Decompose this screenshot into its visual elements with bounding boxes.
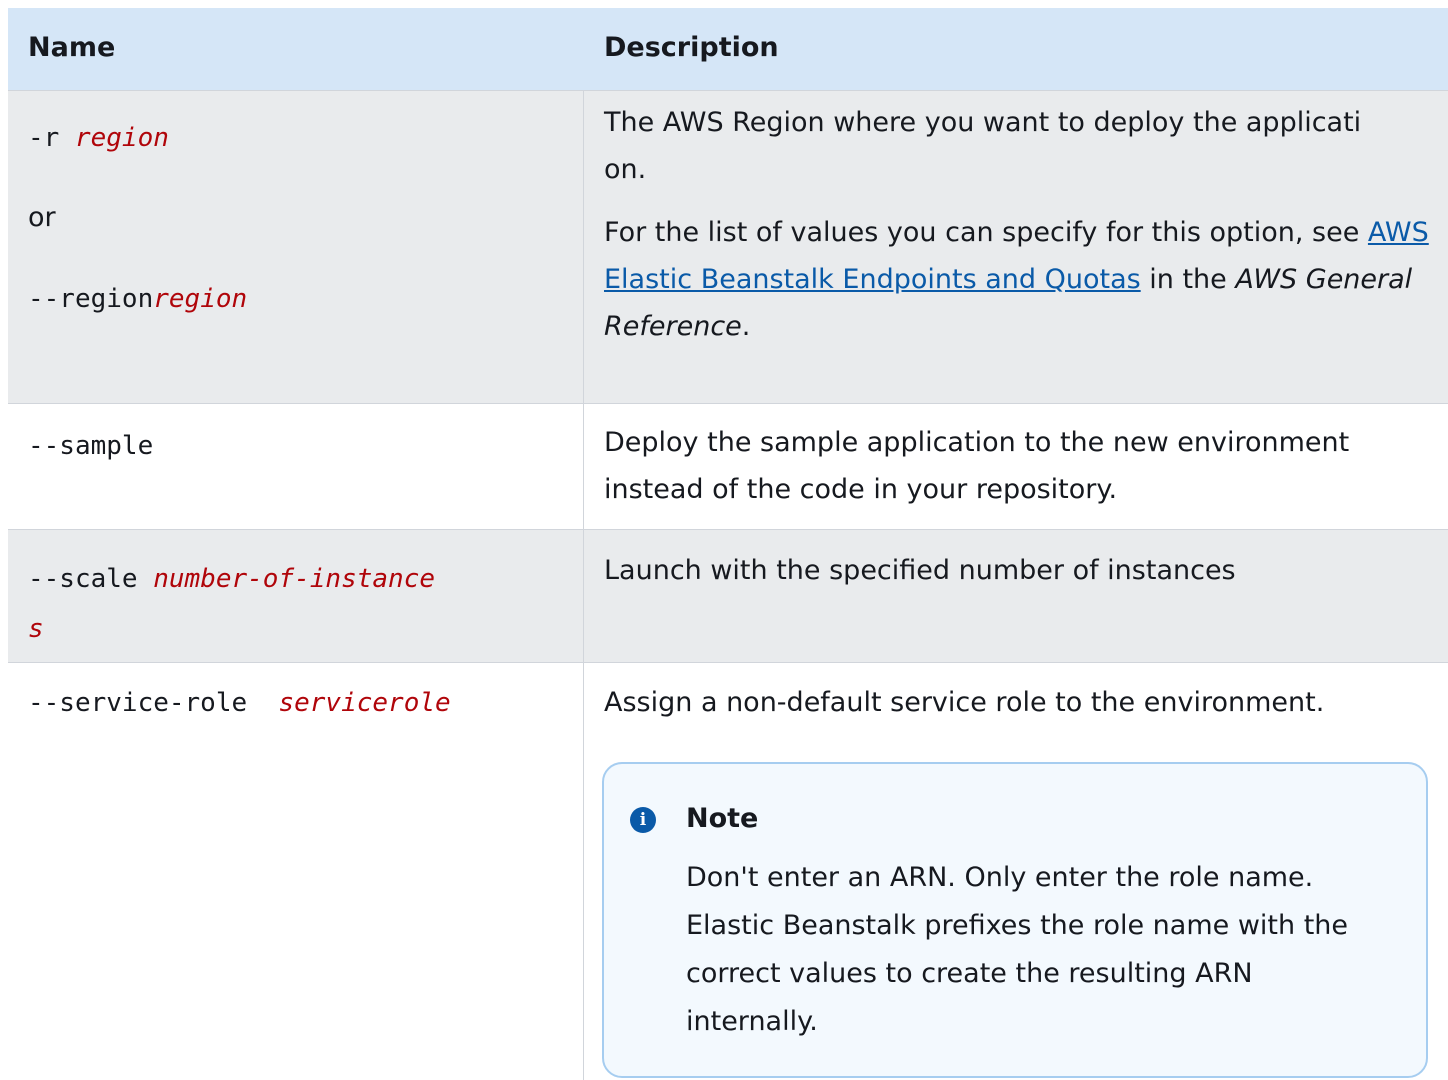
option-description-sample: Deploy the sample application to the new…	[604, 427, 1350, 505]
region-description-reference: For the list of values you can specify f…	[604, 217, 1429, 342]
column-header-description: Description	[604, 32, 779, 63]
table-row: --scale number-of-instance s Launch with…	[8, 529, 1448, 662]
scale-param-wrap: s	[28, 614, 44, 644]
region-short-flag: -r region	[28, 123, 169, 153]
table-row: --service-role servicerole Assign a non-…	[8, 662, 1448, 1080]
option-name-sample: --sample	[28, 431, 154, 461]
table-header-row: Name Description	[8, 8, 1448, 90]
scale-param: number-of-instance	[153, 564, 435, 594]
note-body: Don't enter an ARN. Only enter the role …	[686, 862, 1349, 1037]
region-long-flag: --regionregion	[28, 284, 248, 314]
region-param: region	[74, 123, 169, 153]
option-name-region: -r region or --regionregion	[28, 121, 568, 316]
option-name-service-role: --service-role servicerole	[28, 688, 451, 718]
table-row: --sample Deploy the sample application t…	[8, 403, 1448, 529]
region-description-line1: The AWS Region where you want to deploy …	[604, 107, 1362, 138]
options-table: Name Description -r region or --regionre…	[8, 8, 1448, 1080]
option-name-scale: --scale number-of-instance s	[28, 554, 568, 654]
option-description-region: The AWS Region where you want to deploy …	[604, 99, 1434, 350]
or-text: or	[28, 202, 56, 233]
service-role-param: servicerole	[278, 688, 451, 718]
table-row: -r region or --regionregion The AWS Regi…	[8, 90, 1448, 403]
column-header-name: Name	[28, 32, 116, 63]
region-param: region	[153, 284, 248, 314]
option-description-service-role: Assign a non-default service role to the…	[604, 687, 1325, 718]
option-description-scale: Launch with the specified number of inst…	[604, 555, 1236, 586]
note-callout: i Note Don't enter an ARN. Only enter th…	[602, 762, 1428, 1078]
note-title: Note	[686, 803, 759, 834]
info-icon: i	[630, 807, 656, 833]
column-divider	[583, 90, 584, 1080]
region-description-line2: on.	[604, 154, 647, 185]
